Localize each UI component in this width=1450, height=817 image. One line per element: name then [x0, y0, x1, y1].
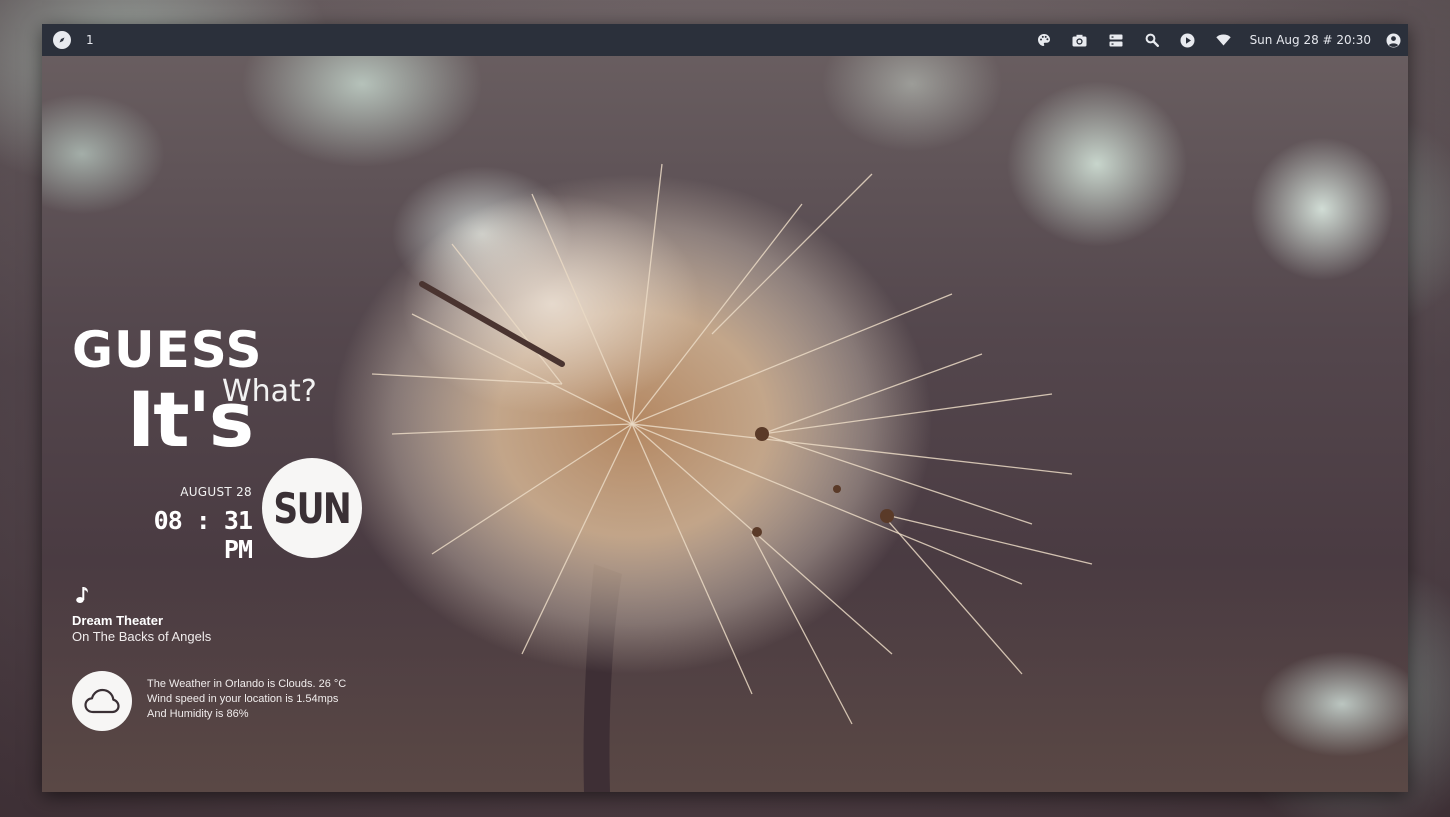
- weather-badge: [72, 671, 132, 731]
- weather-condition: The Weather in Orlando is Clouds. 26 °C: [147, 678, 347, 690]
- system-tray: Sun Aug 28 # 20:30: [1026, 24, 1408, 56]
- workspace-indicator[interactable]: 1: [86, 33, 94, 47]
- search-icon[interactable]: [1144, 32, 1160, 48]
- compass-icon[interactable]: [53, 31, 71, 49]
- time-label: 08 : 31 PM: [153, 506, 253, 564]
- server-icon[interactable]: [1108, 32, 1124, 48]
- what-heading: What?: [222, 374, 317, 409]
- user-icon[interactable]: [1385, 32, 1401, 48]
- guess-heading: GUESS: [72, 321, 263, 379]
- weather-wind: Wind speed in your location is 1.54mps: [147, 693, 339, 705]
- weather-humidity: And Humidity is 86%: [147, 708, 249, 720]
- top-panel: 1 Sun Aug 28 # 20:30: [42, 24, 1408, 56]
- play-icon[interactable]: [1180, 32, 1196, 48]
- cloud-icon: [84, 688, 120, 714]
- palette-icon[interactable]: [1036, 32, 1052, 48]
- dandelion-wallpaper: [332, 163, 1093, 792]
- day-label: SUN: [273, 483, 352, 533]
- date-label: AUGUST 28: [180, 485, 252, 499]
- music-note-icon: [76, 587, 88, 603]
- camera-icon[interactable]: [1072, 32, 1088, 48]
- wifi-icon[interactable]: [1216, 32, 1232, 48]
- weather-info: The Weather in Orlando is Clouds. 26 °C …: [147, 677, 346, 722]
- track-artist: Dream Theater: [72, 613, 164, 628]
- panel-clock[interactable]: Sun Aug 28 # 20:30: [1250, 33, 1371, 47]
- desktop-screen: 1 Sun Aug 28 # 20:30 GUESS It's What? AU…: [42, 24, 1408, 792]
- track-title: On The Backs of Angels: [72, 629, 212, 644]
- day-badge: SUN: [262, 458, 362, 558]
